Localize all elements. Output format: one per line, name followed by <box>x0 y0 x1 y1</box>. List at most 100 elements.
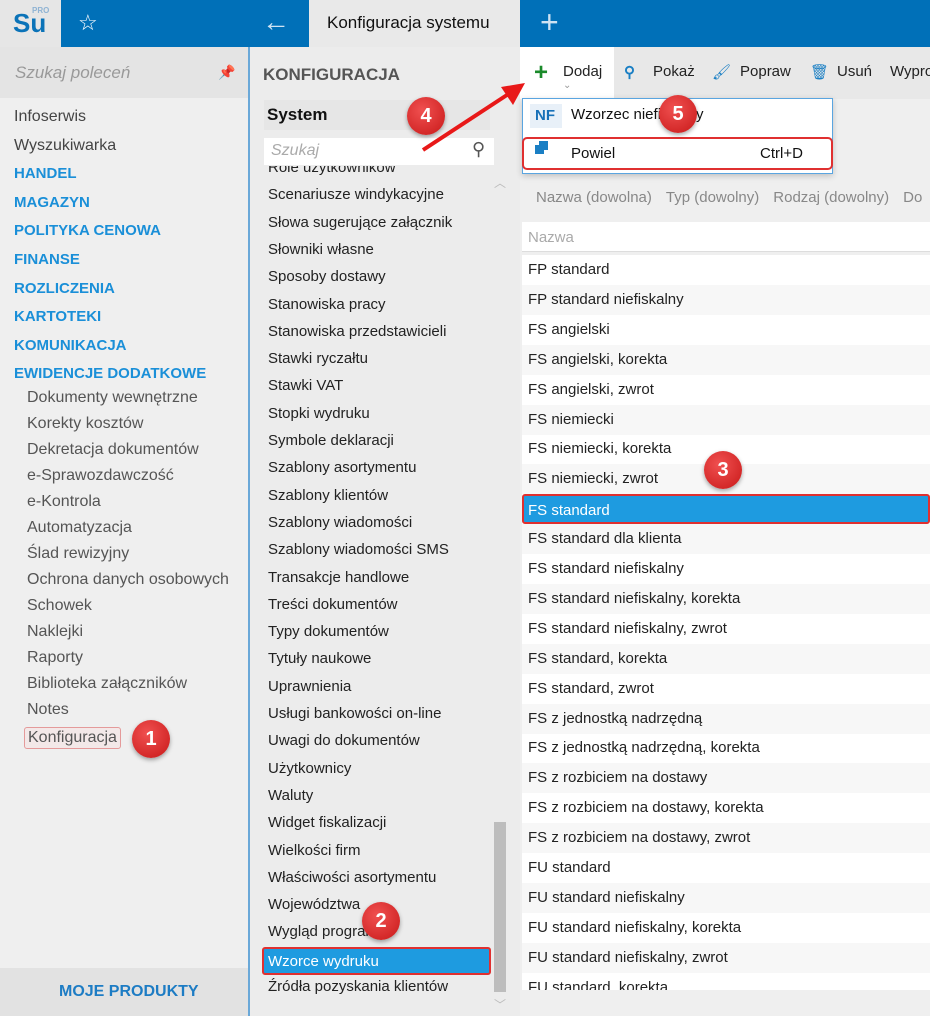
table-row[interactable]: FS z jednostką nadrzędną, korekta <box>522 733 930 763</box>
table-row[interactable]: FS standard, korekta <box>522 643 930 674</box>
table-row-selected[interactable]: FS standard <box>522 494 930 525</box>
table-row[interactable]: FS z rozbiciem na dostawy, zwrot <box>522 823 930 854</box>
sidebar-subitem[interactable]: Naklejki <box>27 623 83 641</box>
sidebar-item[interactable]: KOMUNIKACJA <box>14 337 127 354</box>
config-list-item[interactable]: Źródła pozyskania klientów <box>268 978 448 995</box>
config-list-item[interactable]: Szablony klientów <box>268 487 388 504</box>
sidebar-item[interactable]: ROZLICZENIA <box>14 280 115 297</box>
sidebar-item[interactable]: FINANSE <box>14 251 80 268</box>
sidebar-item[interactable]: KARTOTEKI <box>14 308 101 325</box>
table-row[interactable]: FS angielski, korekta <box>522 344 930 375</box>
table-row[interactable]: FS z rozbiciem na dostawy <box>522 763 930 794</box>
sidebar-item[interactable]: Infoserwis <box>14 108 86 126</box>
config-list-item[interactable]: Użytkownicy <box>268 760 351 777</box>
table-row[interactable]: FS standard, zwrot <box>522 674 930 704</box>
table-row[interactable]: FU standard <box>522 853 930 883</box>
config-list-item[interactable]: Stanowiska przedstawicieli <box>268 323 446 340</box>
table-row[interactable]: FP standard niefiskalny <box>522 284 930 315</box>
table-row[interactable]: FS niemiecki <box>522 404 930 435</box>
scrollbar-thumb[interactable] <box>494 822 506 992</box>
tab-konfiguracja-systemu[interactable]: Konfiguracja systemu <box>309 0 520 47</box>
config-list-item[interactable]: Usługi bankowości on-line <box>268 705 441 722</box>
config-list-item[interactable]: Treści dokumentów <box>268 596 398 613</box>
config-list-item[interactable]: Szablony wiadomości <box>268 514 412 531</box>
annotation-badge-1: 1 <box>132 720 170 758</box>
pin-icon[interactable]: 📌 <box>218 64 235 81</box>
sidebar-subitem[interactable]: Dekretacja dokumentów <box>27 441 199 459</box>
filter-3[interactable]: Do <box>903 189 922 206</box>
sidebar-item[interactable]: HANDEL <box>14 165 77 182</box>
table-row[interactable]: FS standard dla klienta <box>522 524 930 555</box>
config-list-item[interactable]: Słowa sugerujące załącznik <box>268 214 452 231</box>
new-tab-plus-icon[interactable]: + <box>540 4 559 41</box>
sidebar-item[interactable]: Wyszukiwarka <box>14 137 116 155</box>
sidebar-subitem[interactable]: Ochrona danych osobowych <box>27 571 229 589</box>
table-row[interactable]: FS z jednostką nadrzędną <box>522 703 930 734</box>
sidebar-subitem[interactable]: e-Kontrola <box>27 493 101 511</box>
scroll-up-icon[interactable]: ︿ <box>494 174 506 191</box>
config-list-item[interactable]: Widget fiskalizacji <box>268 814 386 831</box>
edit-button[interactable]: Popraw <box>740 63 791 80</box>
column-header-nazwa[interactable]: Nazwa <box>522 222 930 252</box>
config-list-item[interactable]: Scenariusze windykacyjne <box>268 186 444 203</box>
config-list-item[interactable]: Stawki ryczałtu <box>268 350 368 367</box>
annotation-badge-4: 4 <box>407 97 445 135</box>
table-row[interactable]: FU standard, korekta <box>522 973 930 990</box>
table-row[interactable]: FU standard niefiskalny <box>522 882 930 913</box>
table-row[interactable]: FS angielski <box>522 315 930 345</box>
config-list-item[interactable]: Stanowiska pracy <box>268 296 386 313</box>
config-list-item[interactable]: Waluty <box>268 787 313 804</box>
filter-2[interactable]: Rodzaj (dowolny) <box>773 189 889 206</box>
sidebar-subitem[interactable]: Raporty <box>27 649 83 667</box>
table-row[interactable]: FS z rozbiciem na dostawy, korekta <box>522 793 930 823</box>
config-list-item[interactable]: Uprawnienia <box>268 678 351 695</box>
sidebar-subitem[interactable]: Automatyzacja <box>27 519 132 537</box>
favorites-star-icon[interactable]: ☆ <box>78 10 98 36</box>
back-arrow-icon[interactable]: ← <box>262 6 290 38</box>
sidebar-item[interactable]: MAGAZYN <box>14 194 90 211</box>
sidebar-subitem[interactable]: Konfiguracja <box>24 727 121 749</box>
table-row[interactable]: FP standard <box>522 255 930 285</box>
command-search-input[interactable]: Szukaj poleceń <box>0 47 248 98</box>
sidebar-subitem[interactable]: Biblioteka załączników <box>27 675 187 693</box>
config-item-selected[interactable]: Wzorce wydruku <box>262 947 491 975</box>
table-row[interactable]: FS standard niefiskalny, korekta <box>522 583 930 614</box>
config-list-item[interactable]: Szablony asortymentu <box>268 459 416 476</box>
config-list-item[interactable]: Właściwości asortymentu <box>268 869 436 886</box>
app-logo[interactable]: Su PRO <box>0 0 61 47</box>
table-row[interactable]: FS standard niefiskalny, zwrot <box>522 614 930 644</box>
filter-1[interactable]: Typ (dowolny) <box>666 189 759 206</box>
sidebar-subitem[interactable]: Ślad rewizyjny <box>27 545 129 563</box>
delete-button[interactable]: Usuń <box>837 63 872 80</box>
config-list-item[interactable]: Role użytkowników <box>268 166 396 176</box>
config-list-item[interactable]: Słowniki własne <box>268 241 374 258</box>
table-row[interactable]: FU standard niefiskalny, korekta <box>522 913 930 943</box>
sidebar-subitem[interactable]: e-Sprawozdawczość <box>27 467 174 485</box>
sidebar-subitem[interactable]: Dokumenty wewnętrzne <box>27 389 198 407</box>
config-list-item[interactable]: Symbole deklaracji <box>268 432 394 449</box>
sidebar-subitem[interactable]: Notes <box>27 701 69 719</box>
config-list-item[interactable]: Szablony wiadomości SMS <box>268 541 449 558</box>
config-list-item[interactable]: Tytuły naukowe <box>268 650 371 667</box>
config-list-item[interactable]: Sposoby dostawy <box>268 268 386 285</box>
scroll-down-icon[interactable]: ﹀ <box>494 996 506 1013</box>
sidebar-subitem[interactable]: Schowek <box>27 597 92 615</box>
my-products-button[interactable]: MOJE PRODUKTY <box>0 968 248 1016</box>
table-row[interactable]: FU standard niefiskalny, zwrot <box>522 942 930 973</box>
filter-0[interactable]: Nazwa (dowolna) <box>536 189 652 206</box>
sidebar-item[interactable]: POLITYKA CENOWA <box>14 222 161 239</box>
config-list-item[interactable]: Stopki wydruku <box>268 405 370 422</box>
table-row[interactable]: FS angielski, zwrot <box>522 375 930 405</box>
config-list-item[interactable]: Stawki VAT <box>268 377 343 394</box>
config-list-item[interactable]: Województwa <box>268 896 360 913</box>
sidebar-subitem[interactable]: Korekty kosztów <box>27 415 143 433</box>
config-list-item[interactable]: Typy dokumentów <box>268 623 389 640</box>
config-list-item[interactable]: Uwagi do dokumentów <box>268 732 420 749</box>
config-list-item[interactable]: Wielkości firm <box>268 842 361 859</box>
show-button[interactable]: Pokaż <box>653 63 695 80</box>
table-row[interactable]: FS standard niefiskalny <box>522 554 930 584</box>
config-list-item[interactable]: Transakcje handlowe <box>268 569 409 586</box>
chevron-down-icon[interactable]: ⌄ <box>563 80 571 91</box>
export-button[interactable]: Wypro <box>890 63 930 80</box>
sidebar-item[interactable]: EWIDENCJE DODATKOWE <box>14 365 206 382</box>
